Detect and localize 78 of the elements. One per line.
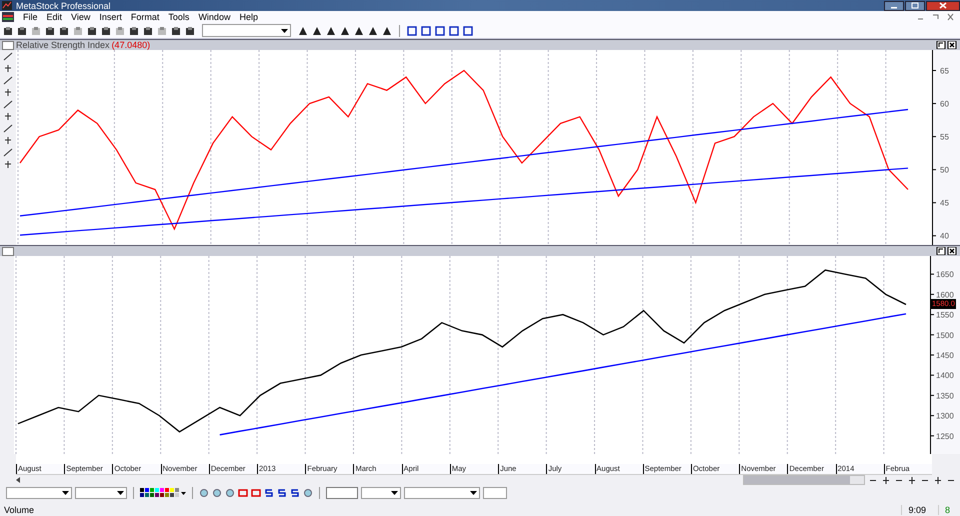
axis-label: 1250 bbox=[936, 432, 954, 441]
toolbar-icon[interactable] bbox=[17, 26, 27, 36]
horizontal-scrollbar[interactable] bbox=[743, 475, 865, 485]
axis-label: 1450 bbox=[936, 351, 954, 360]
panel-checkbox[interactable] bbox=[2, 40, 14, 50]
axis-label: 1350 bbox=[936, 391, 954, 400]
axis-label: 45 bbox=[940, 198, 949, 208]
caret-icon bbox=[117, 491, 124, 495]
menu-item[interactable]: Edit bbox=[46, 12, 62, 22]
minimize-button[interactable] bbox=[884, 0, 904, 10]
toolbar-icon[interactable] bbox=[185, 26, 195, 36]
axis-label: 1400 bbox=[936, 371, 954, 380]
value-field[interactable] bbox=[326, 487, 358, 499]
caret-icon bbox=[281, 28, 288, 32]
axis-label: 50 bbox=[940, 166, 949, 175]
zoom-control-icon[interactable] bbox=[907, 476, 917, 484]
status-count: 8 bbox=[938, 505, 956, 515]
drawing-tool-icon[interactable] bbox=[3, 64, 13, 73]
scroll-left-icon[interactable] bbox=[14, 476, 22, 484]
zoom-control-icon[interactable] bbox=[933, 476, 943, 484]
indicator-value: (47.0480) bbox=[112, 40, 150, 50]
menu-item[interactable]: View bbox=[71, 12, 90, 22]
toolbar-icon[interactable] bbox=[59, 26, 69, 36]
window-controls-icon[interactable] bbox=[916, 13, 956, 21]
menu-item[interactable]: Format bbox=[130, 12, 160, 22]
chart-icon bbox=[2, 1, 12, 10]
toolbar-icon[interactable] bbox=[101, 26, 111, 36]
menu-item[interactable]: File bbox=[23, 12, 38, 22]
panel-title: Relative Strength Index bbox=[16, 40, 110, 50]
axis-label: 65 bbox=[940, 66, 949, 76]
menu-item[interactable]: Tools bbox=[168, 12, 190, 22]
axis-label: 1650 bbox=[936, 270, 954, 280]
toolbar-icon[interactable] bbox=[171, 26, 181, 36]
axis-label: 1300 bbox=[936, 412, 954, 421]
status-time: 9:09 bbox=[901, 505, 932, 515]
close-icon bbox=[939, 2, 947, 9]
status-text: Volume bbox=[4, 505, 34, 515]
size-dropdown[interactable] bbox=[75, 487, 127, 499]
menu-item[interactable]: Insert bbox=[99, 12, 122, 22]
document-icon bbox=[2, 12, 14, 22]
caret-icon bbox=[470, 491, 477, 495]
axis-label: 40 bbox=[940, 232, 949, 241]
close-button[interactable] bbox=[926, 0, 960, 10]
axis-label: 1500 bbox=[936, 330, 954, 340]
drawing-tool-icon[interactable] bbox=[3, 88, 13, 97]
toolbar-icon[interactable] bbox=[129, 26, 139, 36]
toolbar-icon[interactable] bbox=[45, 26, 55, 36]
toolbar-icon[interactable] bbox=[143, 26, 153, 36]
toolbar-icon[interactable] bbox=[87, 26, 97, 36]
axis-label: 1600 bbox=[936, 290, 954, 300]
scroll-thumb[interactable] bbox=[744, 476, 850, 484]
axis-label: 1550 bbox=[936, 310, 954, 320]
maximize-icon bbox=[911, 2, 919, 9]
drawing-tool-icon[interactable] bbox=[3, 100, 13, 109]
axis-label: 55 bbox=[940, 132, 949, 142]
panel-buttons-icon[interactable] bbox=[936, 247, 958, 255]
drawing-tool-icon[interactable] bbox=[3, 112, 13, 121]
drawing-tool-icon[interactable] bbox=[3, 148, 13, 157]
panel-buttons-icon[interactable] bbox=[936, 41, 958, 49]
indicator-dropdown[interactable] bbox=[202, 24, 291, 37]
option-button[interactable] bbox=[483, 487, 507, 499]
caret-icon bbox=[391, 491, 398, 495]
drawing-tool-icon[interactable] bbox=[3, 52, 13, 61]
line-style-dropdown[interactable] bbox=[361, 487, 401, 499]
caret-icon bbox=[62, 491, 69, 495]
maximize-button[interactable] bbox=[905, 0, 925, 10]
menu-item[interactable]: Help bbox=[239, 12, 258, 22]
panel-checkbox[interactable] bbox=[2, 246, 14, 256]
zoom-control-icon[interactable] bbox=[881, 476, 891, 484]
drawing-tool-icon[interactable] bbox=[3, 160, 13, 169]
axis-label: 60 bbox=[940, 100, 949, 109]
color-palette-icon[interactable] bbox=[140, 487, 186, 499]
toolbar-icon[interactable] bbox=[3, 26, 13, 36]
drawing-tool-icon[interactable] bbox=[3, 76, 13, 85]
drawing-tool-icon[interactable] bbox=[3, 124, 13, 133]
menu-item[interactable]: Window bbox=[198, 12, 230, 22]
drawing-tool-icon[interactable] bbox=[3, 136, 13, 145]
window-title: MetaStock Professional bbox=[16, 0, 111, 10]
